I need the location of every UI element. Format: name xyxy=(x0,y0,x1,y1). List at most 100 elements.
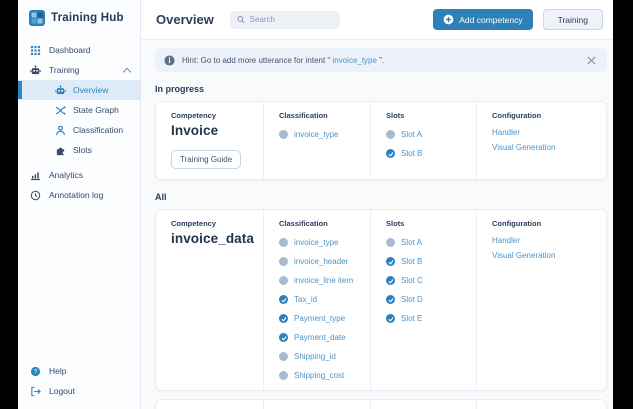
slots-column: Slots Slot A Slot B Slot C Slot D Slot E xyxy=(370,210,476,390)
classification-item[interactable]: invoice_header xyxy=(279,257,366,266)
training-guide-button[interactable]: Training Guide xyxy=(171,150,242,169)
add-competency-label: Add competency xyxy=(459,14,523,25)
classification-label: Payment_date xyxy=(294,333,346,342)
main-area: Overview Add competency Training Hint: G… xyxy=(141,0,613,409)
competency-name: Invoice xyxy=(171,123,219,138)
slot-label: Slot E xyxy=(401,314,423,323)
robot-icon xyxy=(30,64,41,74)
column-label-slots: Slots xyxy=(386,219,405,228)
hint-text: Hint: Go to add more utterance for inten… xyxy=(182,56,384,65)
status-pending-icon xyxy=(279,238,288,247)
status-done-icon xyxy=(386,314,395,323)
classification-item[interactable]: invoice_line item xyxy=(279,276,366,285)
classification-item[interactable]: Shipping_cost xyxy=(279,371,366,380)
classification-item[interactable]: Payment_type xyxy=(279,314,366,323)
competency-name: invoice_data xyxy=(171,231,254,246)
status-done-icon xyxy=(386,295,395,304)
sidebar-item-training[interactable]: Training xyxy=(18,60,140,80)
sidebar-item-help[interactable]: ? Help xyxy=(18,361,140,381)
bar-chart-icon xyxy=(30,171,41,180)
classification-column: Classification invoice_type xyxy=(263,102,370,179)
classification-item[interactable]: Tax_id xyxy=(279,295,366,304)
slot-item[interactable]: Slot A xyxy=(386,238,472,247)
section-heading-all: All xyxy=(155,192,167,202)
svg-text:?: ? xyxy=(34,368,38,375)
close-icon[interactable] xyxy=(584,53,598,67)
classification-item[interactable]: Shipping_id xyxy=(279,352,366,361)
sidebar-item-logout[interactable]: Logout xyxy=(18,381,140,401)
column-label-competency: Competency xyxy=(171,111,217,120)
status-done-icon xyxy=(279,295,288,304)
training-button[interactable]: Training xyxy=(542,9,603,30)
slot-label: Slot B xyxy=(401,149,423,158)
competency-column: Competency Invoice Training Guide xyxy=(156,102,263,179)
configuration-link-handler[interactable]: Handler xyxy=(492,236,602,245)
sidebar-item-classification[interactable]: Classification xyxy=(18,120,140,140)
status-done-icon xyxy=(386,257,395,266)
slot-item[interactable]: Slot A xyxy=(386,130,472,139)
classification-label: Shipping_cost xyxy=(294,371,345,380)
sidebar-item-label: Analytics xyxy=(49,170,84,180)
competency-card-date-validation: Competency date_validation Classificatio… xyxy=(155,399,607,409)
status-pending-icon xyxy=(279,130,288,139)
competency-column: Competency invoice_data xyxy=(156,210,263,390)
slot-item[interactable]: Slot B xyxy=(386,149,472,158)
grid-icon xyxy=(30,45,41,55)
classification-item[interactable]: Payment_date xyxy=(279,333,366,342)
page-title: Overview xyxy=(156,12,214,27)
slot-item[interactable]: Slot E xyxy=(386,314,472,323)
sidebar-item-label: Slots xyxy=(73,145,92,155)
sidebar-item-slots[interactable]: Slots xyxy=(18,140,140,160)
slot-item[interactable]: Slot D xyxy=(386,295,472,304)
classification-label: invoice_type xyxy=(294,238,339,247)
configuration-column: Configuration Handler xyxy=(476,400,606,409)
clock-icon xyxy=(30,190,41,200)
hint-suffix: ". xyxy=(376,55,385,65)
classification-item[interactable]: invoice_type xyxy=(279,238,366,247)
sidebar-item-dashboard[interactable]: Dashboard xyxy=(18,40,140,60)
sidebar-item-overview[interactable]: Overview xyxy=(18,80,140,100)
classification-label: Tax_id xyxy=(294,295,318,304)
app-window: Training Hub Dashboard Training Overview… xyxy=(18,0,613,409)
sidebar-item-state-graph[interactable]: State Graph xyxy=(18,100,140,120)
configuration-column: Configuration Handler Visual Generation xyxy=(476,102,606,179)
column-label-classification: Classification xyxy=(279,219,328,228)
configuration-link-handler[interactable]: Handler xyxy=(492,128,602,137)
slot-label: Slot D xyxy=(401,295,423,304)
sidebar-item-label: Help xyxy=(49,366,67,376)
slot-label: Slot B xyxy=(401,257,423,266)
chevron-up-icon[interactable] xyxy=(124,67,130,73)
configuration-link-visual-generation[interactable]: Visual Generation xyxy=(492,143,602,152)
status-pending-icon xyxy=(279,257,288,266)
robot-icon xyxy=(55,84,66,94)
slot-label: Slot C xyxy=(401,276,423,285)
competency-card-invoice-data: Competency invoice_data Classification i… xyxy=(155,209,607,391)
sidebar-item-analytics[interactable]: Analytics xyxy=(18,165,140,185)
search-input[interactable] xyxy=(249,15,333,24)
hint-intent[interactable]: invoice_type xyxy=(332,56,376,65)
topbar-actions: Add competency Training xyxy=(433,9,603,30)
slot-label: Slot A xyxy=(401,130,422,139)
status-done-icon xyxy=(279,333,288,342)
classification-column: Classification invoice_type invoice_head… xyxy=(263,210,370,390)
hint-prefix: Hint: Go to add more utterance for inten… xyxy=(182,55,333,65)
screen: Training Hub Dashboard Training Overview… xyxy=(0,0,633,409)
slot-item[interactable]: Slot C xyxy=(386,276,472,285)
slot-item[interactable]: Slot B xyxy=(386,257,472,266)
sidebar-footer: ? Help Logout xyxy=(18,361,140,401)
add-competency-button[interactable]: Add competency xyxy=(433,9,533,30)
classification-item[interactable]: invoice_type xyxy=(279,130,366,139)
configuration-link-visual-generation[interactable]: Visual Generation xyxy=(492,251,602,260)
column-label-configuration: Configuration xyxy=(492,219,542,228)
brand-logo-icon xyxy=(29,10,45,26)
sidebar-nav: Dashboard Training Overview State Graph … xyxy=(18,40,140,205)
sidebar: Training Hub Dashboard Training Overview… xyxy=(18,0,141,409)
status-done-icon xyxy=(386,276,395,285)
plus-circle-icon xyxy=(443,14,454,25)
classification-label: invoice_header xyxy=(294,257,349,266)
sidebar-item-label: Classification xyxy=(73,125,124,135)
sidebar-item-annotation-log[interactable]: Annotation log xyxy=(18,185,140,205)
search-box[interactable] xyxy=(229,10,340,29)
person-icon xyxy=(56,125,65,135)
app-logo: Training Hub xyxy=(18,0,140,36)
